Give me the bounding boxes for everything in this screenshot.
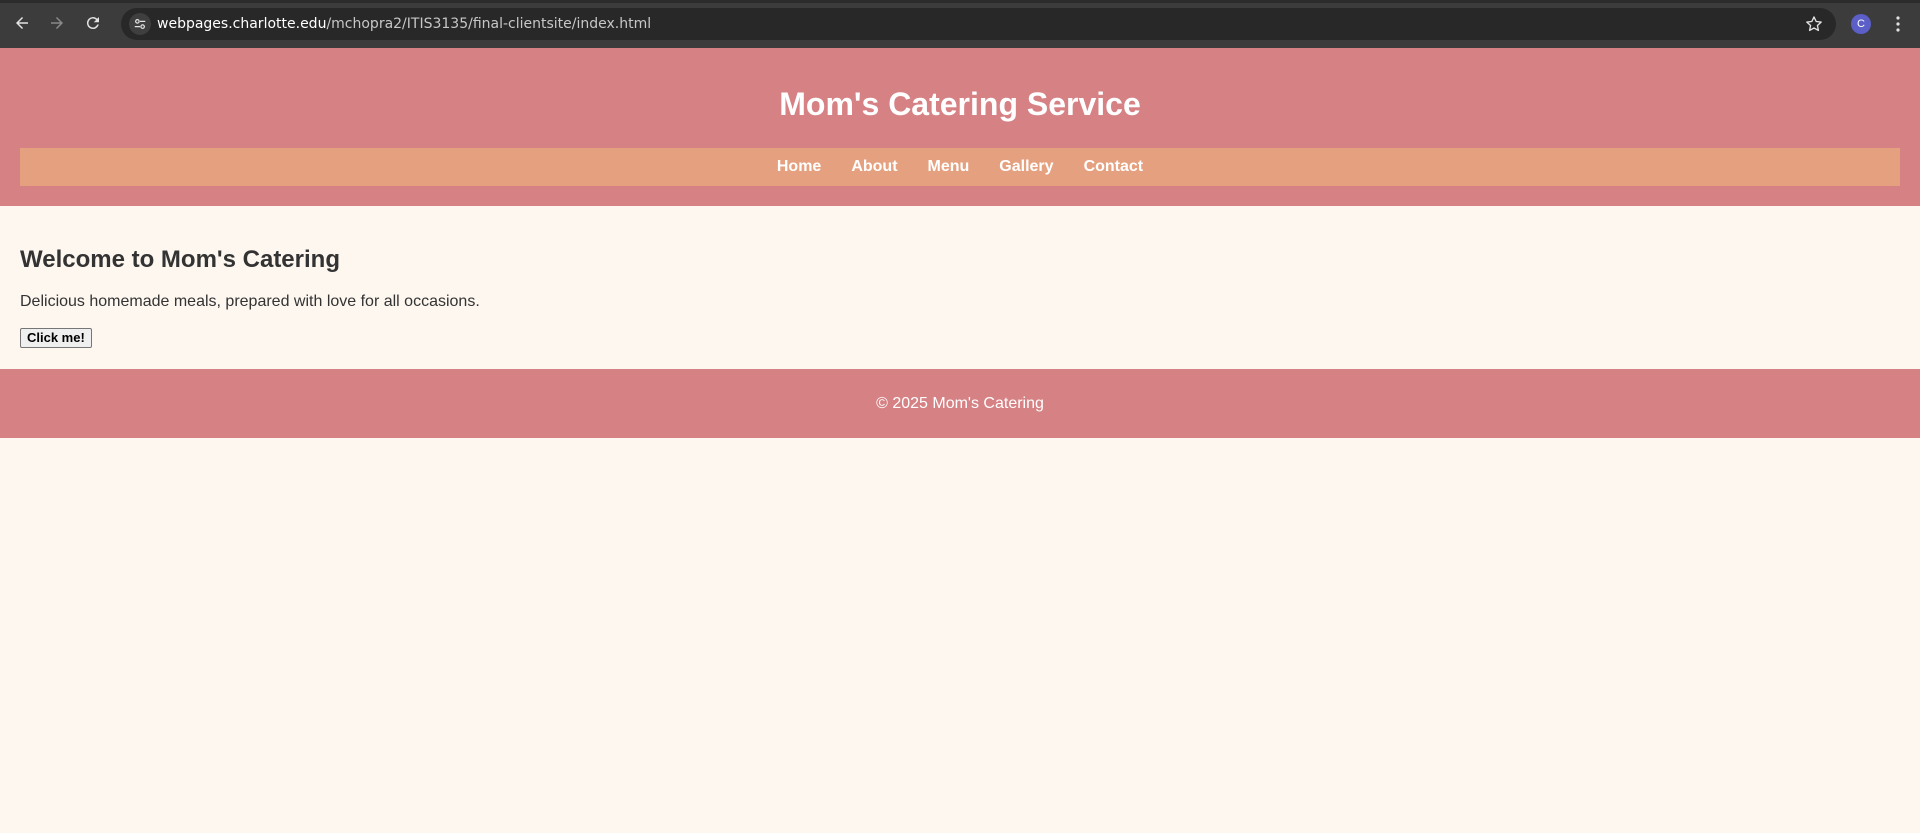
- nav-link-menu[interactable]: Menu: [928, 158, 970, 176]
- nav-link-home[interactable]: Home: [777, 158, 821, 176]
- forward-button[interactable]: [44, 10, 70, 36]
- intro-text: Delicious homemade meals, prepared with …: [20, 293, 480, 310]
- site-info-button[interactable]: [129, 13, 151, 35]
- tab-strip-edge: [0, 0, 1920, 3]
- back-arrow-icon: [16, 17, 28, 29]
- address-bar[interactable]: webpages.charlotte.edu/mchopra2/ITIS3135…: [121, 8, 1836, 40]
- nav-link-gallery[interactable]: Gallery: [999, 158, 1053, 176]
- browser-menu-button[interactable]: [1888, 14, 1908, 34]
- nav-link-about[interactable]: About: [851, 158, 897, 176]
- site-info-icon: [134, 19, 146, 29]
- site-footer: © 2025 Mom's Catering: [0, 369, 1920, 438]
- back-button[interactable]: [9, 10, 35, 36]
- reload-button[interactable]: [80, 10, 106, 36]
- profile-avatar[interactable]: C: [1851, 14, 1871, 34]
- url-path: /mchopra2/ITIS3135/final-clientsite/inde…: [326, 16, 652, 32]
- welcome-heading: Welcome to Mom's Catering: [20, 246, 340, 273]
- site-title: Mom's Catering Service: [779, 86, 1141, 122]
- reload-icon: [86, 17, 99, 30]
- url-host: webpages.charlotte.edu: [157, 16, 327, 32]
- kebab-menu-icon: [1896, 16, 1900, 32]
- nav-link-contact[interactable]: Contact: [1084, 158, 1144, 176]
- bookmark-star-icon[interactable]: [1804, 14, 1824, 34]
- click-me-button[interactable]: Click me!: [20, 328, 92, 348]
- site-header: Mom's Catering Service Home About Menu G…: [0, 48, 1920, 206]
- browser-toolbar: webpages.charlotte.edu/mchopra2/ITIS3135…: [0, 0, 1920, 48]
- url-text[interactable]: webpages.charlotte.edu/mchopra2/ITIS3135…: [157, 8, 651, 40]
- forward-arrow-icon: [51, 17, 63, 29]
- main-nav: Home About Menu Gallery Contact: [20, 148, 1900, 186]
- copyright-text: © 2025 Mom's Catering: [876, 394, 1044, 412]
